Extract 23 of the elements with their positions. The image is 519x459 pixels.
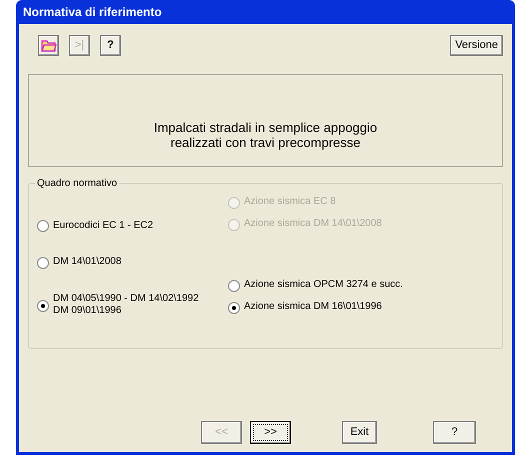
seismic-option-label: Azione sismica DM 14\01\2008 (244, 218, 382, 230)
folder-icon (40, 38, 56, 52)
seismic-option-label: Azione sismica OPCM 3274 e succ. (244, 279, 403, 291)
option-label: Eurocodici EC 1 - EC2 (53, 220, 154, 232)
seismic-option-label: Azione sismica DM 16\01\1996 (244, 301, 382, 313)
footer-button[interactable]: ? (433, 421, 476, 444)
radio-button[interactable] (228, 302, 240, 314)
radio-button[interactable] (37, 300, 49, 312)
footer-button[interactable]: >> (250, 421, 291, 444)
group-title: Quadro normativo (35, 176, 120, 191)
toolbar-button[interactable]: ? (100, 34, 121, 56)
description-text: realizzati con travi precompresse (170, 135, 361, 150)
description-text: Impalcati stradali in semplice appoggio (154, 120, 378, 135)
radio-button[interactable] (228, 280, 240, 292)
seismic-option-label: Azione sismica EC 8 (244, 196, 336, 208)
option-label: DM 04\05\1990 - DM 14\02\1992 DM 09\01\1996 (53, 293, 199, 317)
radio-button[interactable] (37, 257, 49, 269)
version-button[interactable]: Versione (450, 34, 503, 56)
option-label: DM 14\01\2008 (53, 256, 122, 268)
open-folder-button[interactable] (38, 34, 59, 56)
window-title: Normativa di riferimento (22, 4, 163, 21)
radio-button[interactable] (37, 220, 49, 232)
footer-button[interactable]: Exit (342, 421, 377, 444)
